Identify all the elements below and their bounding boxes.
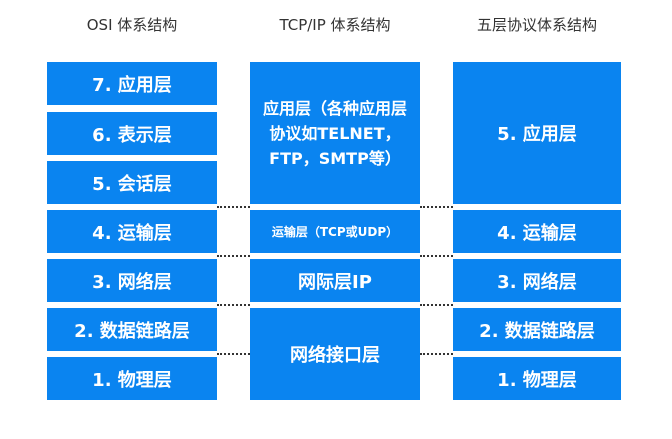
connector-left-lower xyxy=(217,304,250,306)
osi-datalink-layer: 2. 数据链路层 xyxy=(47,308,217,351)
tcpip-application-layer: 应用层（各种应用层协议如TELNET，FTP，SMTP等） xyxy=(250,62,420,204)
tcpip-transport-layer: 运输层（TCP或UDP） xyxy=(250,210,420,253)
osi-header: OSI 体系结构 xyxy=(86,16,178,34)
five-application-layer: 5. 应用层 xyxy=(453,62,621,204)
five-physical-layer: 1. 物理层 xyxy=(453,357,621,400)
tcpip-header: TCP/IP 体系结构 xyxy=(279,16,391,34)
connector-left-middle xyxy=(217,255,250,257)
tcpip-network-interface-layer: 网络接口层 xyxy=(250,308,420,400)
osi-physical-layer: 1. 物理层 xyxy=(47,357,217,400)
five-network-layer: 3. 网络层 xyxy=(453,259,621,302)
connector-right-upper xyxy=(420,206,453,208)
connector-right-lower xyxy=(420,304,453,306)
osi-session-layer: 5. 会话层 xyxy=(47,161,217,204)
five-transport-layer: 4. 运输层 xyxy=(453,210,621,253)
connector-right-bottom xyxy=(420,353,453,355)
five-layer-header: 五层协议体系结构 xyxy=(476,16,597,34)
connector-left-upper xyxy=(217,206,250,208)
tcpip-internet-layer: 网际层IP xyxy=(250,259,420,302)
connector-right-middle xyxy=(420,255,453,257)
five-datalink-layer: 2. 数据链路层 xyxy=(453,308,621,351)
osi-transport-layer: 4. 运输层 xyxy=(47,210,217,253)
osi-application-layer: 7. 应用层 xyxy=(47,62,217,105)
connector-left-bottom xyxy=(217,353,250,355)
osi-presentation-layer: 6. 表示层 xyxy=(47,112,217,155)
osi-network-layer: 3. 网络层 xyxy=(47,259,217,302)
